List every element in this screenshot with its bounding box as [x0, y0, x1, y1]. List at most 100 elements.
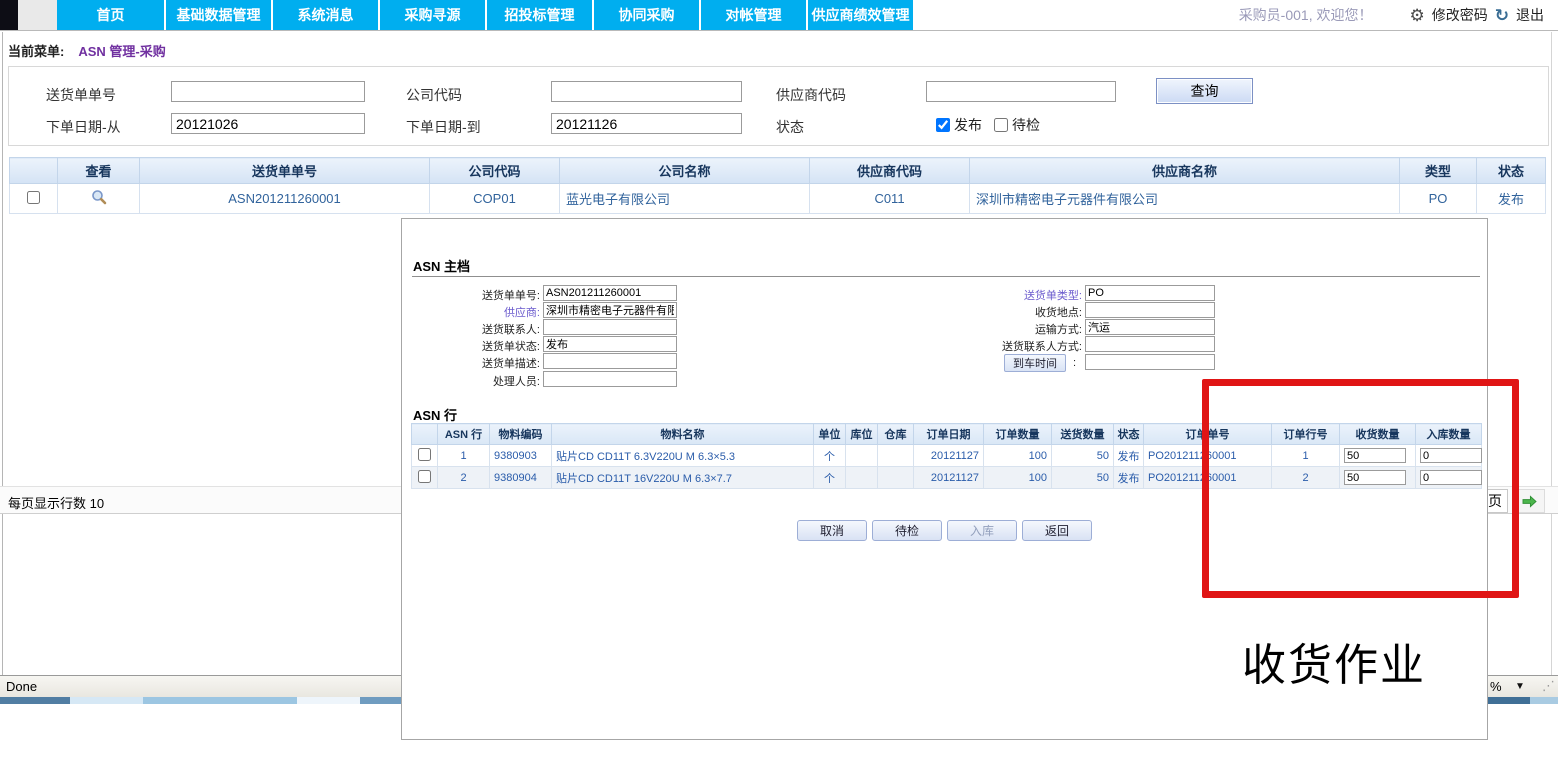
change-password-link[interactable]: 修改密码: [1432, 5, 1488, 25]
line-ship-qty: 50: [1052, 445, 1114, 467]
company-code-input[interactable]: [551, 81, 742, 102]
arrive-time-separator: :: [1073, 357, 1076, 369]
dlg-asn-desc-input[interactable]: [543, 353, 677, 369]
lines-header-warehouse: 仓库: [878, 424, 914, 445]
arrive-time-input[interactable]: [1085, 354, 1215, 370]
pending-check-button[interactable]: 待检: [872, 520, 942, 541]
dlg-asn-status-input[interactable]: [543, 336, 677, 352]
dlg-asn-type-label[interactable]: 送货单类型:: [882, 287, 1082, 303]
lines-header-unit: 单位: [814, 424, 846, 445]
status-published-label: 发布: [954, 115, 982, 135]
nav-tab-sourcing[interactable]: 采购寻源: [378, 0, 485, 30]
results-header-asn-no: 送货单单号: [140, 158, 430, 184]
line-ship-qty: 50: [1052, 467, 1114, 489]
cell-supplier-name: 深圳市精密电子元器件有限公司: [970, 184, 1400, 214]
dlg-supplier-label[interactable]: 供应商:: [402, 304, 540, 320]
results-header-select: [10, 158, 58, 184]
line-no: 2: [438, 467, 490, 489]
dlg-transport-mode-label: 运输方式:: [882, 321, 1082, 337]
lines-header-line-no: ASN 行: [438, 424, 490, 445]
rows-per-page-label: 每页显示行数 10: [8, 493, 104, 512]
logout-link[interactable]: 退出: [1516, 5, 1544, 25]
arrive-time-button[interactable]: 到车时间: [1004, 354, 1066, 372]
dlg-supplier-input[interactable]: [543, 302, 677, 318]
nav-tab-bidding[interactable]: 招投标管理: [485, 0, 592, 30]
line-item-name: 贴片CD CD11T 6.3V220U M 6.3×5.3: [552, 445, 814, 467]
line-status: 发布: [1114, 467, 1144, 489]
order-date-to-input[interactable]: [551, 113, 742, 134]
line-select-checkbox[interactable]: [418, 470, 431, 483]
status-published-checkbox[interactable]: [936, 118, 950, 132]
lines-header-ship-qty: 送货数量: [1052, 424, 1114, 445]
lines-header-select: [412, 424, 438, 445]
zoom-dropdown-arrow[interactable]: ▼: [1515, 681, 1525, 692]
nav-tab-home[interactable]: 首页: [57, 0, 164, 30]
status-pending-check-checkbox[interactable]: [994, 118, 1008, 132]
row-select-checkbox[interactable]: [27, 191, 40, 204]
line-select-checkbox[interactable]: [418, 448, 431, 461]
line-unit: 个: [814, 445, 846, 467]
lines-header-item-code: 物料编码: [490, 424, 552, 445]
green-arrow-icon: [1522, 495, 1537, 508]
nav-tab-base-data[interactable]: 基础数据管理: [164, 0, 271, 30]
page-left-border: [2, 32, 3, 675]
results-header-status: 状态: [1477, 158, 1546, 184]
cell-supplier-code: C011: [810, 184, 970, 214]
nav-tab-collab-purchase[interactable]: 协同采购: [592, 0, 699, 30]
dlg-contact-method-input[interactable]: [1085, 336, 1215, 352]
instock-button[interactable]: 入库: [947, 520, 1017, 541]
cancel-button[interactable]: 取消: [797, 520, 867, 541]
cell-type: PO: [1400, 184, 1477, 214]
dlg-handler-label: 处理人员:: [402, 373, 540, 389]
annotation-rectangle: [1202, 379, 1519, 598]
welcome-text: 采购员-001, 欢迎您！: [1239, 5, 1373, 25]
results-header-row: 查看 送货单单号 公司代码 公司名称 供应商代码 供应商名称 类型 状态: [10, 158, 1546, 184]
line-item-name: 贴片CD CD11T 16V220U M 6.3×7.7: [552, 467, 814, 489]
breadcrumb: 当前菜单: ASN 管理-采购: [8, 41, 166, 60]
line-item-code: 9380903: [490, 445, 552, 467]
asn-lines-title: ASN 行: [413, 405, 457, 424]
nav-tab-supplier-performance[interactable]: 供应商绩效管理: [806, 0, 913, 30]
magnifier-icon[interactable]: [91, 189, 107, 208]
line-order-date: 20121127: [914, 467, 984, 489]
query-button[interactable]: 查询: [1156, 78, 1253, 104]
dlg-contact-method-label: 送货联系人方式:: [882, 338, 1082, 354]
lines-header-item-name: 物料名称: [552, 424, 814, 445]
dlg-ship-contact-input[interactable]: [543, 319, 677, 335]
logout-refresh-icon: ↻: [1495, 7, 1509, 24]
dlg-asn-no-label: 送货单单号:: [402, 287, 540, 303]
nav-tab-reconciliation[interactable]: 对帐管理: [699, 0, 806, 30]
lines-header-order-date: 订单日期: [914, 424, 984, 445]
supplier-code-input[interactable]: [926, 81, 1116, 102]
order-date-from-input[interactable]: [171, 113, 365, 134]
lines-header-bin: 库位: [846, 424, 878, 445]
line-order-date: 20121127: [914, 445, 984, 467]
dlg-asn-no-input[interactable]: [543, 285, 677, 301]
breadcrumb-value: ASN 管理-采购: [78, 44, 165, 59]
results-table: 查看 送货单单号 公司代码 公司名称 供应商代码 供应商名称 类型 状态 ASN…: [9, 157, 1546, 214]
dlg-receive-place-input[interactable]: [1085, 302, 1215, 318]
nav-tab-messages[interactable]: 系统消息: [271, 0, 378, 30]
line-bin: [846, 445, 878, 467]
results-header-supplier-name: 供应商名称: [970, 158, 1400, 184]
cell-asn-no[interactable]: ASN201211260001: [140, 184, 430, 214]
line-warehouse: [878, 445, 914, 467]
dlg-asn-status-label: 送货单状态:: [402, 338, 540, 354]
results-header-company-code: 公司代码: [430, 158, 560, 184]
lines-header-order-qty: 订单数量: [984, 424, 1052, 445]
dlg-asn-type-input[interactable]: [1085, 285, 1215, 301]
dlg-transport-mode-input[interactable]: [1085, 319, 1215, 335]
return-button[interactable]: 返回: [1022, 520, 1092, 541]
line-warehouse: [878, 467, 914, 489]
breadcrumb-label: 当前菜单:: [8, 44, 64, 59]
table-row: ASN201211260001 COP01 蓝光电子有限公司 C011 深圳市精…: [10, 184, 1546, 214]
resize-grip[interactable]: ⋰: [1542, 678, 1555, 694]
cell-status: 发布: [1477, 184, 1546, 214]
dlg-ship-contact-label: 送货联系人:: [402, 321, 540, 337]
asn-no-label: 送货单单号: [46, 85, 116, 105]
dlg-handler-input[interactable]: [543, 371, 677, 387]
status-text: Done: [6, 679, 37, 694]
company-code-label: 公司代码: [406, 85, 462, 105]
asn-no-input[interactable]: [171, 81, 365, 102]
line-item-code: 9380904: [490, 467, 552, 489]
